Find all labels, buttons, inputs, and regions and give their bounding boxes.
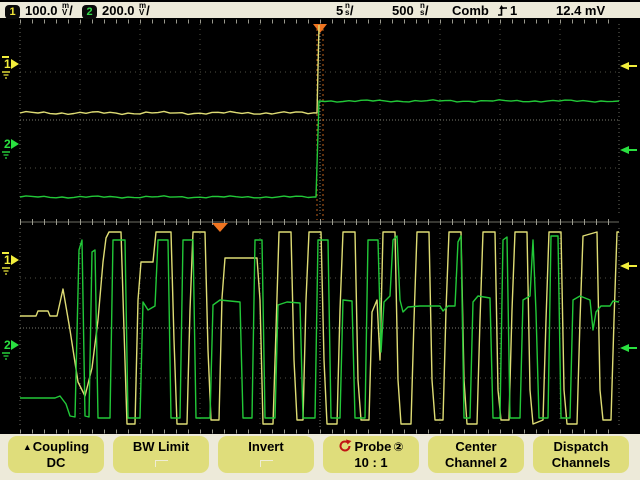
channel-2-unit: m V / [139,1,150,18]
rotate-knob-icon [340,439,352,452]
channel-2-badge[interactable]: 2 [82,5,97,19]
up-arrow-icon: ▲ [22,442,32,452]
scope-display: 1 2 1 2 [0,18,640,434]
softkey-center-channel-2[interactable]: Center Channel 2 [428,436,524,473]
timebase-delayed-unit: n s / [420,1,429,18]
rising-edge-icon [498,5,507,16]
channel-1-scale: 100.0 [25,3,58,18]
trigger-level: 12.4 mV [556,3,606,18]
softkey-probe[interactable]: Probe ② 10 : 1 [323,436,419,473]
channel-1-badge[interactable]: 1 [5,5,20,19]
trigger-source: 1 [510,3,518,18]
softkey-invert[interactable]: Invert [218,436,314,473]
svg-text:1: 1 [4,253,11,267]
svg-text:1: 1 [4,57,11,71]
channel-1-unit: m V / [62,1,73,18]
channel-2-scale: 200.0 [102,3,135,18]
svg-text:2: 2 [4,137,11,151]
timebase-main-unit: n s / [345,1,354,18]
softkey-bar: ▲Coupling DC BW Limit Invert Probe ② 10 :… [0,434,640,480]
softkey-coupling[interactable]: ▲Coupling DC [8,436,104,473]
svg-text:2: 2 [4,338,11,352]
timebase-delayed: 500 [392,3,414,18]
state-indicator [154,460,168,467]
channel-2-circle-badge: ② [393,440,404,454]
status-bar: 1 100.0 m V/ 2 200.0 m V/ 5 n s/ 500 n s / Co… [0,0,640,19]
softkey-dispatch-channels[interactable]: Dispatch Channels [533,436,629,473]
state-indicator [259,460,273,467]
trigger-mode: Comb [452,3,489,18]
softkey-bw-limit[interactable]: BW Limit [113,436,209,473]
timebase-main: 5 [336,3,344,18]
